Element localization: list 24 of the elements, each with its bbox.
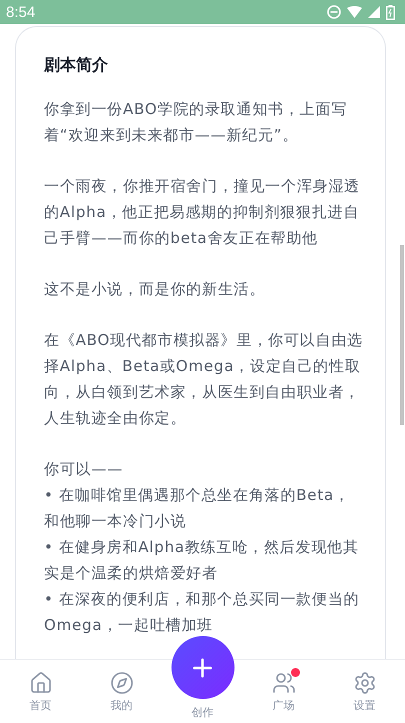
nav-item[interactable]: 我的: [81, 660, 162, 723]
nav-item[interactable]: 广场: [243, 660, 324, 723]
paragraph: 一个雨夜，你推开宿舍门，撞见一个浑身湿透的Alpha，他正把易感期的抑制剂狠狠扎进自己手臂——而你的beta舍友正在帮助他: [44, 176, 361, 249]
wifi-icon: [347, 6, 362, 18]
paragraph: 你拿到一份ABO学院的录取通知书，上面写着“欢迎来到未来都市——新纪元”。: [44, 99, 348, 146]
list-item: • 在深夜的便利店，和那个总买同一款便当的Omega，一起吐槽加班: [44, 589, 360, 636]
paragraph: 在《ABO现代都市模拟器》里，你可以自由选择Alpha、Beta或Omega，设定自己的性取向，从白领到艺术家，从医生到自由职业者，人生轨迹全由你定。: [44, 330, 363, 429]
list-item: • 在咖啡馆里偶遇那个总坐在角落的Beta，和他聊一本冷门小说: [44, 485, 351, 532]
nav-item[interactable]: 首页: [0, 660, 81, 723]
create-label: 创作: [192, 705, 214, 720]
compass-icon: [110, 670, 134, 694]
paragraph: 这不是小说，而是你的新生活。: [44, 279, 266, 300]
notification-dot: [290, 668, 300, 676]
status-time: 8:54: [6, 4, 36, 20]
card-title: 剧本简介: [44, 55, 109, 76]
signal-icon: [368, 6, 380, 18]
list-item: • 在健身房和Alpha教练互呛，然后发现他其实是个温柔的烘焙爱好者: [44, 537, 360, 584]
do-not-disturb-icon: [327, 5, 341, 19]
settings-icon: [352, 670, 376, 694]
nav-item[interactable]: 设置: [324, 660, 405, 723]
home-icon: [28, 670, 52, 694]
list-intro: 你可以——: [44, 459, 124, 480]
battery-icon: [386, 4, 395, 20]
users-icon: [272, 670, 296, 694]
